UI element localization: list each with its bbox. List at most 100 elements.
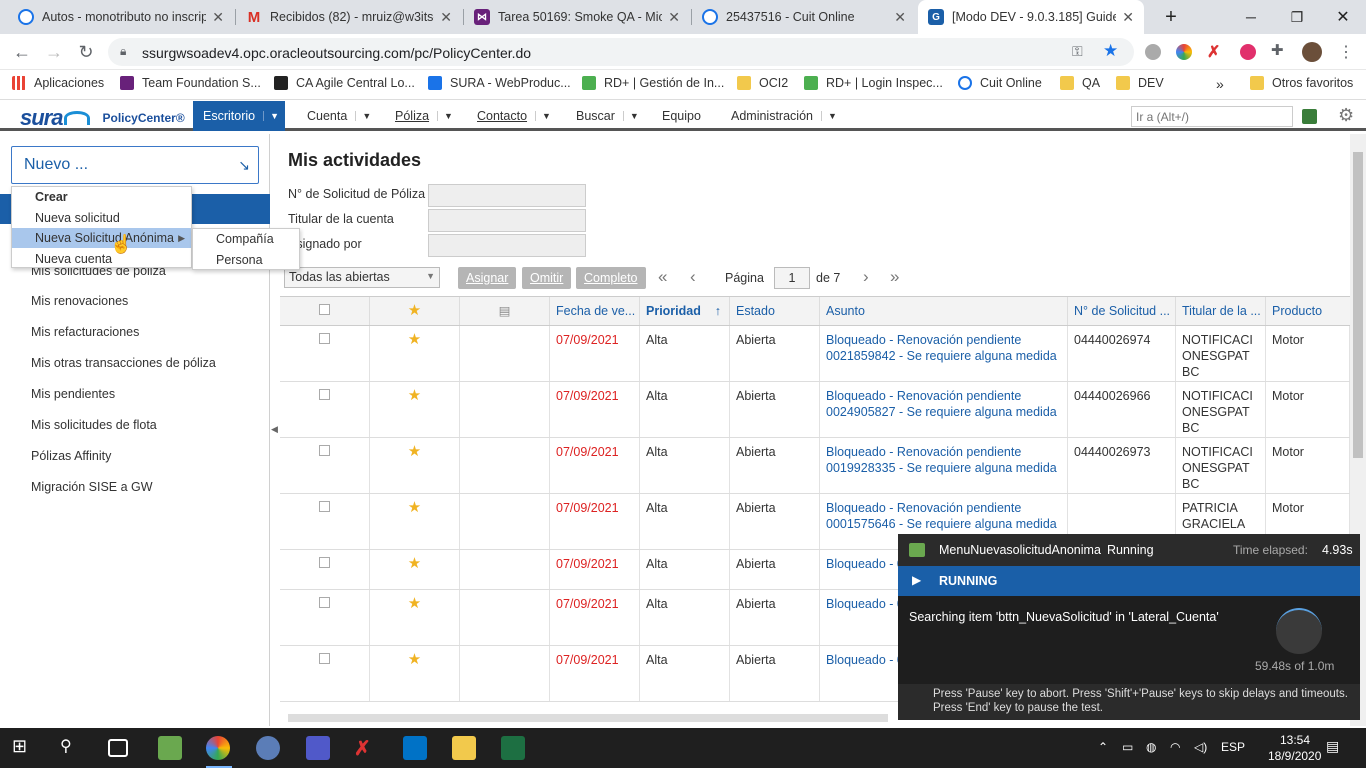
star-icon[interactable]: ★ <box>370 382 460 437</box>
menu-escritorio[interactable]: Escritorio ▼ <box>193 101 285 131</box>
extension-icon[interactable] <box>1145 44 1161 60</box>
column-subject[interactable]: Asunto <box>820 297 1068 325</box>
table-row[interactable]: ★ 07/09/2021 Alta Abierta Bloqueado - Renova… <box>280 326 1350 382</box>
forward-button[interactable]: → <box>42 40 66 64</box>
sidebar-item[interactable]: Pólizas Affinity <box>31 449 111 463</box>
chevron-down-icon[interactable]: ▼ <box>355 111 371 121</box>
avatar[interactable] <box>1302 42 1322 62</box>
column-product[interactable]: Producto <box>1266 297 1350 325</box>
sidebar-item[interactable]: Mis solicitudes de flota <box>31 418 157 432</box>
battery-icon[interactable]: ▭ <box>1122 740 1133 754</box>
goto-input[interactable] <box>1131 106 1293 127</box>
app-icon[interactable] <box>158 736 182 760</box>
app-icon[interactable] <box>256 736 280 760</box>
chevron-down-icon[interactable]: ▼ <box>535 111 551 121</box>
menu-poliza[interactable]: Póliza ▼ <box>385 101 463 131</box>
assign-button[interactable]: Asignar <box>458 267 517 289</box>
browser-tab[interactable]: Autos - monotributo no inscrip ✕ <box>8 0 234 34</box>
next-page-icon[interactable]: › <box>863 267 869 287</box>
menu-buscar[interactable]: Buscar ▼ <box>566 101 649 131</box>
restore-button[interactable]: ❐ <box>1274 0 1320 34</box>
bookmark-item[interactable]: DEV <box>1116 76 1164 90</box>
close-tab-icon[interactable]: ✕ <box>1122 9 1134 26</box>
page-input[interactable]: 1 <box>774 267 810 289</box>
select-all-checkbox[interactable] <box>280 297 370 325</box>
bookmark-item[interactable]: SURA - WebProduc... <box>428 76 571 90</box>
chevron-down-icon[interactable]: ▼ <box>820 111 837 121</box>
account-holder-input[interactable] <box>428 209 586 232</box>
row-checkbox[interactable] <box>280 494 370 549</box>
notifications-icon[interactable]: ▤ <box>1326 738 1339 755</box>
skip-button[interactable]: Omitir <box>522 267 572 289</box>
subject-link[interactable]: Bloqueado - Renovación pendiente 0019928… <box>820 438 1068 493</box>
volume-icon[interactable]: ◁) <box>1194 740 1207 754</box>
star-icon[interactable]: ★ <box>370 326 460 381</box>
star-icon[interactable]: ★ <box>370 590 460 645</box>
reload-button[interactable]: ↻ <box>74 40 98 64</box>
close-tab-icon[interactable]: ✕ <box>894 9 906 26</box>
extension-icon[interactable] <box>1176 44 1192 60</box>
more-bookmarks-icon[interactable]: » <box>1216 76 1224 92</box>
bookmark-item[interactable]: Otros favoritos <box>1250 76 1353 90</box>
sidebar-item[interactable]: Mis otras transacciones de póliza <box>31 356 216 370</box>
last-page-icon[interactable]: » <box>890 267 899 287</box>
gear-icon[interactable]: ⚙ <box>1338 105 1354 126</box>
clock-date[interactable]: 18/9/2020 <box>1268 749 1321 763</box>
column-priority[interactable]: Prioridad ↑ <box>640 297 730 325</box>
save-icon[interactable] <box>1302 109 1317 124</box>
bookmark-item[interactable]: Team Foundation S... <box>120 76 261 90</box>
submenu-item-person[interactable]: Persona <box>193 250 299 270</box>
chevron-down-icon[interactable]: ▼ <box>437 111 453 121</box>
task-view-icon[interactable] <box>108 739 128 757</box>
bookmark-item[interactable]: Cuit Online <box>958 76 1042 90</box>
filter-select[interactable]: Todas las abiertas ▼ <box>284 267 440 288</box>
bookmark-item[interactable]: QA <box>1060 76 1100 90</box>
policy-number-input[interactable] <box>428 184 586 207</box>
row-checkbox[interactable] <box>280 326 370 381</box>
assigned-by-input[interactable] <box>428 234 586 257</box>
key-icon[interactable]: ⚿ <box>1072 43 1083 60</box>
column-request-number[interactable]: N° de Solicitud ... <box>1068 297 1176 325</box>
menu-cuenta[interactable]: Cuenta ▼ <box>297 101 381 131</box>
star-icon[interactable]: ★ <box>370 550 460 589</box>
bookmark-item[interactable]: CA Agile Central Lo... <box>274 76 415 90</box>
subject-link[interactable]: Bloqueado - Renovación pendiente 0024905… <box>820 382 1068 437</box>
bookmark-item[interactable]: RD+ | Login Inspec... <box>804 76 943 90</box>
row-checkbox[interactable] <box>280 382 370 437</box>
back-button[interactable]: ← <box>10 40 34 64</box>
menu-contacto[interactable]: Contacto ▼ <box>467 101 561 131</box>
close-tab-icon[interactable]: ✕ <box>440 9 452 26</box>
submenu-item-company[interactable]: Compañía <box>193 229 299 249</box>
notes-column-icon[interactable]: ▤ <box>460 297 550 325</box>
teams-icon[interactable] <box>306 736 330 760</box>
browser-tab-active[interactable]: G [Modo DEV - 9.0.3.185] Guide ✕ <box>918 0 1144 34</box>
row-checkbox[interactable] <box>280 550 370 589</box>
more-menu-icon[interactable]: ⋮ <box>1334 40 1358 64</box>
bookmark-item[interactable]: Aplicaciones <box>12 76 104 90</box>
search-icon[interactable]: ⚲ <box>60 736 84 760</box>
collapse-sidebar-icon[interactable]: ◀ <box>271 424 278 435</box>
star-icon[interactable]: ★ <box>370 646 460 701</box>
scrollbar-thumb[interactable] <box>1353 152 1363 458</box>
minimize-button[interactable]: ─ <box>1228 0 1274 34</box>
outlook-icon[interactable] <box>403 736 427 760</box>
first-page-icon[interactable]: « <box>658 267 667 287</box>
column-account-holder[interactable]: Titular de la ... <box>1176 297 1266 325</box>
url-text[interactable]: ssurgwsoadev4.opc.oracleoutsourcing.com/… <box>142 45 531 61</box>
bookmark-star-icon[interactable]: ★ <box>1103 41 1118 61</box>
close-tab-icon[interactable]: ✕ <box>668 9 680 26</box>
row-checkbox[interactable] <box>280 646 370 701</box>
menu-item-new-account[interactable]: Nueva cuenta <box>12 249 191 269</box>
menu-item-new-request[interactable]: Nueva solicitud <box>12 208 191 228</box>
language-indicator[interactable]: ESP <box>1221 740 1245 754</box>
horizontal-scrollbar[interactable] <box>288 714 888 722</box>
row-checkbox[interactable] <box>280 590 370 645</box>
new-button[interactable]: Nuevo ... ↘ <box>11 146 259 184</box>
bookmark-item[interactable]: RD+ | Gestión de In... <box>582 76 724 90</box>
previous-page-icon[interactable]: ‹ <box>690 267 696 287</box>
chrome-icon[interactable] <box>206 736 230 760</box>
sura-logo[interactable]: sura PolicyCenter® <box>20 105 185 131</box>
star-icon[interactable]: ★ <box>370 438 460 493</box>
menu-equipo[interactable]: Equipo <box>652 101 711 131</box>
browser-tab[interactable]: M Recibidos (82) - mruiz@w3itso ✕ <box>236 0 462 34</box>
